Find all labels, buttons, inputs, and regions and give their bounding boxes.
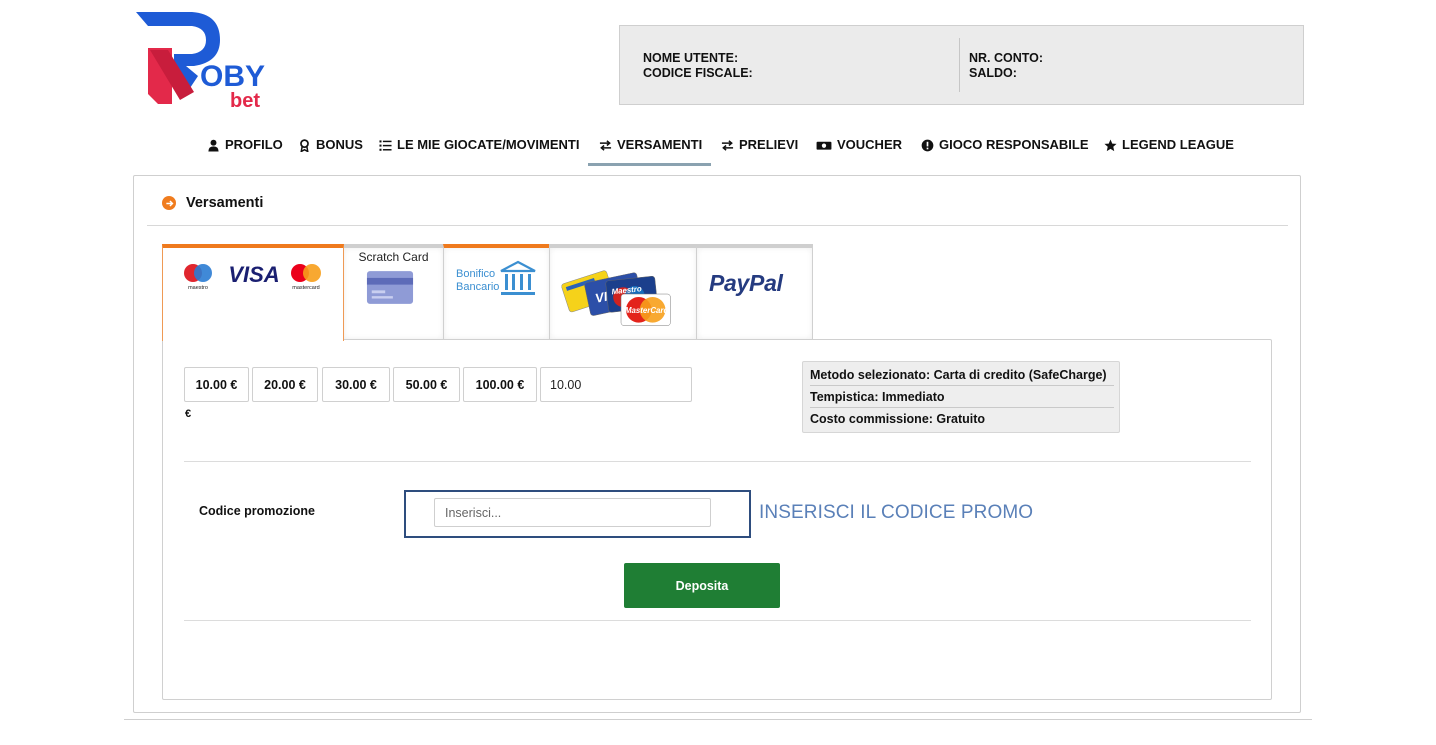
promo-code-hint: INSERISCI IL CODICE PROMO [759,502,1034,523]
prepaid-cards-graphic: VI Maestro MasterCard [561,270,671,326]
username-label: NOME UTENTE: [643,51,739,65]
list-icon [378,138,392,152]
account-right-col: NR. CONTO: SALDO: [969,51,1043,81]
amount-button-100[interactable]: 100.00 € [463,367,537,402]
scratch-card-icon [366,271,414,304]
nav-label: GIOCO RESPONSABILE [939,137,1089,152]
promo-code-label: Codice promozione [199,504,315,518]
form-bottom-divider [184,620,1251,621]
amount-button-50[interactable]: 50.00 € [393,367,460,402]
account-info-box: NOME UTENTE: CODICE FISCALE: NR. CONTO: … [619,25,1304,105]
exchange-icon [720,138,734,152]
nav-label: LE MIE GIOCATE/MOVIMENTI [397,137,580,152]
bonifico-line2: Bancario [456,281,500,293]
amount-input[interactable] [540,367,692,402]
amount-button-30[interactable]: 30.00 € [322,367,390,402]
currency-symbol: € [185,408,192,420]
tab-scratch-card[interactable]: Scratch Card [343,244,444,340]
robybet-logo-graphic: OBY bet [136,12,265,110]
nav-item-profilo[interactable]: PROFILO [206,134,283,166]
balance-label: SALDO: [969,66,1017,80]
nav-item-gioco-responsabile[interactable]: GIOCO RESPONSABILE [920,134,1089,166]
form-divider [184,461,1251,462]
nav-label: VOUCHER [837,137,903,152]
promo-highlight-frame [404,490,751,538]
nav-label: LEGEND LEAGUE [1122,137,1234,152]
bonifico-line1: Bonifico [456,268,496,280]
nav-label: VERSAMENTI [617,137,703,152]
award-icon [297,138,311,152]
logo-text-main: OBY [200,60,265,93]
nav-item-bonus[interactable]: BONUS [297,134,363,166]
nav-label: PROFILO [225,137,283,152]
tab-card-maestro-visa-mastercard[interactable]: maestro VISA mastercard [162,244,344,341]
logo-text-sub: bet [230,90,260,110]
payment-method-info: Metodo selezionato: Carta di credito (Sa… [802,361,1120,433]
page-bottom-divider [124,719,1312,720]
star-icon [1103,138,1117,152]
mastercard-card-text: MasterCard [625,306,669,315]
nav-item-voucher[interactable]: VOUCHER [815,134,902,166]
timing-text: Tempistica: Immediato [810,386,1114,408]
scratch-card-label: Scratch Card [358,250,429,264]
account-nav: PROFILO BONUS LE MIE GIOCATE/MOVIMENTI V… [0,134,1436,166]
deposit-button[interactable]: Deposita [624,563,780,608]
maestro-logo-text: maestro [188,285,208,291]
tab-bonifico-bancario[interactable]: Bonifico Bancario [443,244,550,340]
ticket-icon [815,138,832,152]
bank-icon [500,260,536,295]
nav-label: BONUS [316,137,363,152]
bonifico-label: Bonifico Bancario [456,268,499,294]
nav-item-versamenti[interactable]: VERSAMENTI [588,134,711,166]
amount-button-20[interactable]: 20.00 € [252,367,318,402]
robybet-logo[interactable]: OBY bet [134,10,274,110]
account-left-col: NOME UTENTE: CODICE FISCALE: [643,51,753,81]
mastercard-logo-text: mastercard [292,285,320,291]
panel-divider [147,225,1288,226]
nav-item-giocate-movimenti[interactable]: LE MIE GIOCATE/MOVIMENTI [378,134,579,166]
visa-logo-text: VISA [228,262,279,287]
panel-title: Versamenti [162,195,263,211]
paypal-logo-text: PayPal [709,270,783,296]
panel-title-text: Versamenti [186,195,264,211]
user-icon [206,138,220,152]
fiscal-code-label: CODICE FISCALE: [643,66,753,80]
nav-item-legend-league[interactable]: LEGEND LEAGUE [1103,134,1234,166]
fee-text: Costo commissione: Gratuito [810,412,986,426]
nav-item-prelievi[interactable]: PRELIEVI [720,134,798,166]
account-divider [959,38,960,92]
amount-button-10[interactable]: 10.00 € [184,367,249,402]
nav-label: PRELIEVI [739,137,799,152]
versamenti-panel: Versamenti maestro VISA mastercard Scrat… [133,175,1301,713]
exchange-icon [598,138,612,152]
selected-method-text: Metodo selezionato: Carta di credito (Sa… [810,364,1114,386]
tab-paypal[interactable]: PayPal [696,244,813,340]
account-number-label: NR. CONTO: [969,51,1044,65]
info-circle-icon [920,138,934,152]
card-logos-graphic: maestro VISA mastercard [184,262,321,291]
deposit-form: 10.00 € 20.00 € 30.00 € 50.00 € 100.00 €… [162,339,1272,700]
promo-code-input[interactable] [434,498,711,527]
arrow-right-circle-icon [162,196,176,210]
tab-postepay-visa-maestro[interactable]: VI Maestro MasterCard [549,244,697,340]
